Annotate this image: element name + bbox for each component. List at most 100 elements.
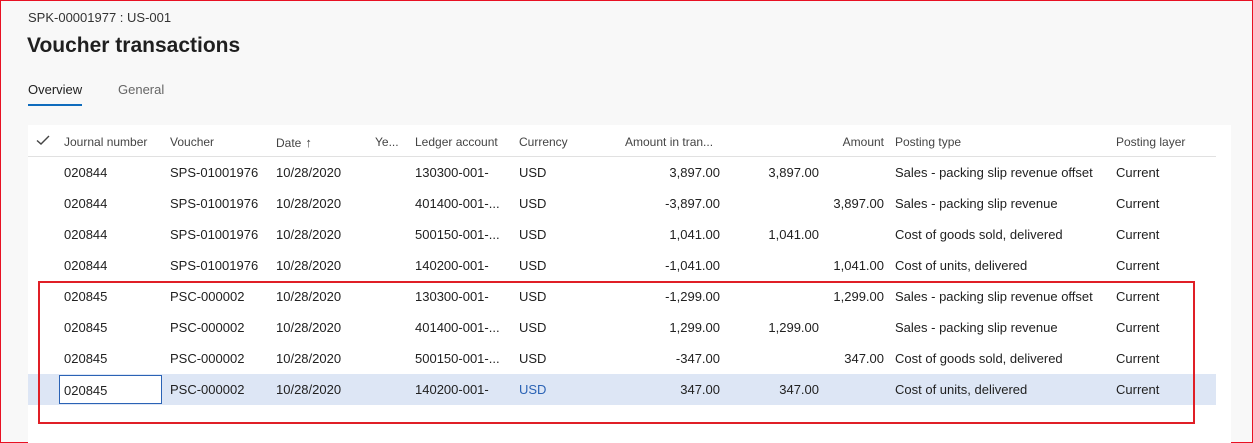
cell-amount-debit: 1,041.00 — [768, 227, 819, 242]
cell-posting-type: Cost of units, delivered — [895, 382, 1028, 397]
cell-ledger-account[interactable]: 130300-001- — [415, 289, 489, 304]
column-header-posting-type[interactable]: Posting type — [895, 135, 961, 149]
cell-amount-in-transaction-currency: -1,041.00 — [665, 258, 720, 273]
cell-amount-in-transaction-currency: -3,897.00 — [665, 196, 720, 211]
cell-date: 10/28/2020 — [276, 382, 342, 397]
cell-journal-number: 020844 — [64, 165, 108, 180]
cell-journal-number: 020845 — [64, 351, 108, 366]
cell-currency: USD — [519, 227, 547, 242]
cell-amount-credit: 1,299.00 — [833, 289, 884, 304]
table-row[interactable]: 020845 PSC-000002 10/28/2020 130300-001-… — [28, 281, 1216, 312]
cell-currency: USD — [519, 196, 547, 211]
cell-ledger-account[interactable]: 500150-001-... — [415, 227, 500, 242]
cell-date: 10/28/2020 — [276, 351, 342, 366]
cell-ledger-account[interactable]: 140200-001- — [415, 382, 489, 397]
column-header-date: Date — [276, 136, 302, 150]
cell-journal-number: 020844 — [64, 196, 108, 211]
cell-posting-layer: Current — [1116, 320, 1160, 335]
column-header-year[interactable]: Ye... — [375, 135, 399, 149]
cell-amount-credit: 1,041.00 — [833, 258, 884, 273]
column-header-posting-layer[interactable]: Posting layer — [1116, 135, 1185, 149]
cell-amount-in-transaction-currency: 1,299.00 — [669, 320, 720, 335]
cell-posting-layer: Current — [1116, 351, 1160, 366]
cell-amount-in-transaction-currency: 3,897.00 — [669, 165, 720, 180]
column-header-amount-in-transaction-currency[interactable]: Amount in tran... — [625, 135, 713, 149]
column-header-voucher[interactable]: Voucher — [170, 135, 214, 149]
tab-overview[interactable]: Overview — [28, 82, 83, 106]
table-row[interactable]: 020844 SPS-01001976 10/28/2020 140200-00… — [28, 250, 1216, 281]
column-header-currency[interactable]: Currency — [519, 135, 568, 149]
cell-voucher[interactable]: SPS-01001976 — [170, 227, 258, 242]
tab-general[interactable]: General — [118, 82, 164, 97]
table-row[interactable]: 020845 PSC-000002 10/28/2020 500150-001-… — [28, 343, 1216, 374]
cell-voucher[interactable]: SPS-01001976 — [170, 165, 258, 180]
cell-amount-in-transaction-currency: -1,299.00 — [665, 289, 720, 304]
cell-voucher[interactable]: PSC-000002 — [170, 351, 244, 366]
column-header-date-wrap[interactable]: Date ↑ — [276, 135, 312, 150]
cell-currency: USD — [519, 165, 547, 180]
voucher-grid: Journal number Voucher Date ↑ Ye... Ledge… — [28, 125, 1231, 443]
cell-amount-in-transaction-currency: -347.00 — [675, 351, 720, 366]
cell-amount-credit: 347.00 — [844, 351, 884, 366]
cell-date: 10/28/2020 — [276, 289, 342, 304]
cell-ledger-account[interactable]: 140200-001- — [415, 258, 489, 273]
cell-amount-debit: 347.00 — [779, 382, 819, 397]
cell-posting-layer: Current — [1116, 196, 1160, 211]
table-row[interactable]: 020845 PSC-000002 10/28/2020 401400-001-… — [28, 312, 1216, 343]
grid-header: Journal number Voucher Date ↑ Ye... Ledge… — [28, 125, 1216, 157]
cell-posting-layer: Current — [1116, 165, 1160, 180]
cell-posting-type: Sales - packing slip revenue — [895, 196, 1058, 211]
table-row[interactable]: 020844 SPS-01001976 10/28/2020 500150-00… — [28, 219, 1216, 250]
cell-journal-number: 020844 — [64, 258, 108, 273]
cell-posting-layer: Current — [1116, 258, 1160, 273]
journal-number-cell-editor[interactable]: 020845 — [59, 375, 162, 404]
table-row-selected[interactable]: 020845 PSC-000002 10/28/2020 140200-001-… — [28, 374, 1216, 405]
table-row[interactable]: 020844 SPS-01001976 10/28/2020 130300-00… — [28, 157, 1216, 188]
cell-posting-type: Cost of goods sold, delivered — [895, 227, 1063, 242]
cell-date: 10/28/2020 — [276, 165, 342, 180]
cell-amount-in-transaction-currency: 1,041.00 — [669, 227, 720, 242]
column-header-journal-number[interactable]: Journal number — [64, 135, 147, 149]
cell-currency-link[interactable]: USD — [519, 382, 546, 397]
breadcrumb: SPK-00001977 : US-001 — [28, 10, 172, 25]
cell-ledger-account[interactable]: 401400-001-... — [415, 196, 500, 211]
cell-voucher[interactable]: PSC-000002 — [170, 320, 244, 335]
cell-date: 10/28/2020 — [276, 196, 342, 211]
cell-ledger-account[interactable]: 130300-001- — [415, 165, 489, 180]
cell-posting-type: Sales - packing slip revenue offset — [895, 165, 1093, 180]
cell-posting-type: Cost of units, delivered — [895, 258, 1028, 273]
cell-date: 10/28/2020 — [276, 227, 342, 242]
select-all-checkmark-icon[interactable] — [35, 132, 51, 148]
cell-voucher[interactable]: SPS-01001976 — [170, 196, 258, 211]
cell-posting-type: Sales - packing slip revenue offset — [895, 289, 1093, 304]
column-header-amount[interactable]: Amount — [788, 135, 884, 149]
cell-currency: USD — [519, 351, 547, 366]
cell-date: 10/28/2020 — [276, 258, 342, 273]
cell-date: 10/28/2020 — [276, 320, 342, 335]
cell-amount-debit: 1,299.00 — [768, 320, 819, 335]
cell-amount-in-transaction-currency: 347.00 — [680, 382, 720, 397]
cell-journal-number: 020844 — [64, 227, 108, 242]
cell-posting-layer: Current — [1116, 289, 1160, 304]
cell-posting-type: Sales - packing slip revenue — [895, 320, 1058, 335]
cell-ledger-account[interactable]: 500150-001-... — [415, 351, 500, 366]
cell-posting-layer: Current — [1116, 227, 1160, 242]
cell-voucher[interactable]: SPS-01001976 — [170, 258, 258, 273]
cell-journal-number: 020845 — [64, 289, 108, 304]
cell-currency: USD — [519, 289, 547, 304]
cell-ledger-account[interactable]: 401400-001-... — [415, 320, 500, 335]
cell-amount-credit: 3,897.00 — [833, 196, 884, 211]
cell-posting-layer: Current — [1116, 382, 1160, 397]
table-row[interactable]: 020844 SPS-01001976 10/28/2020 401400-00… — [28, 188, 1216, 219]
cell-currency: USD — [519, 258, 547, 273]
cell-journal-number: 020845 — [64, 320, 108, 335]
page-title: Voucher transactions — [27, 34, 241, 57]
column-header-ledger-account[interactable]: Ledger account — [415, 135, 498, 149]
sort-ascending-arrow-icon: ↑ — [305, 135, 312, 150]
cell-posting-type: Cost of goods sold, delivered — [895, 351, 1063, 366]
cell-voucher[interactable]: PSC-000002 — [170, 289, 244, 304]
cell-journal-number: 020845 — [64, 383, 108, 398]
cell-currency: USD — [519, 320, 547, 335]
cell-amount-debit: 3,897.00 — [768, 165, 819, 180]
cell-voucher[interactable]: PSC-000002 — [170, 382, 244, 397]
